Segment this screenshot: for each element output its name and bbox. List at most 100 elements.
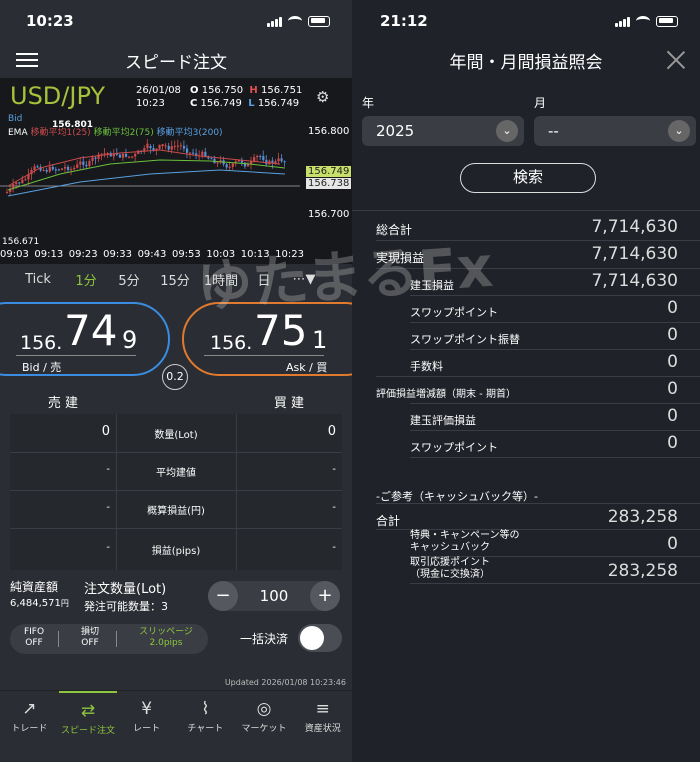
x-tick: 09:33	[103, 249, 132, 260]
candle-body	[158, 144, 161, 149]
title-bar: スピード注文	[0, 42, 352, 78]
nav-chart[interactable]: ⌇ チャート	[176, 691, 235, 762]
candle-body	[201, 151, 204, 156]
candle-body	[106, 152, 109, 154]
nav-label: レート	[133, 724, 161, 734]
pl-label: 概算損益(円)	[147, 506, 205, 517]
decrease-qty-button[interactable]: −	[208, 581, 238, 611]
candle-body	[179, 145, 183, 147]
x-tick: 09:43	[137, 249, 167, 260]
market-icon: ◎	[256, 699, 272, 719]
pl-inquiry-screen: 21:12 年間・月間損益照会 年 月 2025 ⌄ -- ⌄ 検索 総合計 7…	[352, 0, 700, 762]
nav-market[interactable]: ◎ マーケット	[235, 691, 294, 762]
candle-body	[15, 182, 18, 185]
fifo-value: OFF	[25, 638, 43, 648]
order-qty-label: 注文数量(Lot)	[84, 582, 167, 597]
year-select[interactable]: 2025 ⌄	[362, 116, 524, 146]
cashback-value: 0	[667, 534, 678, 554]
candle-body	[152, 148, 155, 151]
nav-trade[interactable]: ↗ トレード	[0, 691, 59, 762]
candle-body	[88, 161, 91, 167]
candle-body	[271, 160, 274, 163]
fee-label: 手数料	[410, 360, 443, 373]
line-price-tag: 156.738	[306, 178, 352, 189]
nav-rate[interactable]: ¥ レート	[117, 691, 176, 762]
candle-body	[70, 169, 73, 171]
valuation-pl-label: 建玉評価損益	[410, 414, 476, 427]
order-settings[interactable]: FIFO OFF 損切 OFF スリッページ 2.0pips	[10, 624, 208, 654]
buy-avg: -	[332, 464, 336, 475]
candle-body	[63, 166, 67, 169]
cashback-label-2: キャッシュバック	[410, 542, 490, 553]
position-grid: 0 数量(Lot) 0 - 平均建値 - - 概算損益(円) - - 損益(pi…	[0, 414, 352, 570]
candle-body	[91, 157, 94, 162]
month-select[interactable]: -- ⌄	[534, 116, 696, 146]
tab-tick[interactable]: Tick	[10, 272, 66, 287]
tab-15min[interactable]: 15分	[152, 270, 198, 289]
net-assets-label: 純資産額	[10, 580, 59, 594]
avg-label: 平均建値	[156, 468, 196, 479]
candle-body	[21, 179, 24, 183]
lot-label: 数量(Lot)	[154, 430, 198, 441]
ref-total-value: 283,258	[607, 507, 678, 527]
buy-pl: -	[332, 502, 336, 513]
candle-body	[182, 146, 186, 149]
candle-body	[24, 179, 27, 181]
speed-order-screen: 10:23 スピード注文 USD/JPY 26/01/08 10:23 O 15…	[0, 0, 352, 762]
sell-avg: -	[106, 464, 110, 475]
candle-body	[73, 167, 76, 170]
swap-unrealized-value: 0	[667, 433, 678, 453]
battery-icon	[656, 15, 678, 27]
page-title: スピード注文	[125, 52, 227, 73]
hamburger-menu-icon[interactable]	[16, 53, 38, 67]
signal-icon	[615, 16, 630, 27]
candle-body	[18, 182, 21, 184]
month-value: --	[548, 122, 559, 140]
candle-body	[97, 154, 100, 159]
fifo-label: FIFO	[23, 627, 45, 637]
x-tick: 09:23	[68, 249, 98, 260]
chart-icon: ⌇	[201, 699, 210, 719]
valuation-pl-value: 0	[667, 406, 678, 426]
candle-body	[210, 158, 213, 160]
candle-body	[121, 153, 125, 158]
candle-body	[189, 152, 192, 154]
candle-body	[216, 162, 219, 164]
nav-label: トレード	[11, 724, 48, 734]
candle-body	[79, 161, 82, 165]
candle-body	[259, 155, 262, 157]
nav-assets[interactable]: ≡ 資産状況	[293, 691, 352, 762]
rate-icon: ¥	[141, 699, 153, 719]
ask-prefix: 156.	[210, 332, 253, 354]
bulk-settle-toggle[interactable]	[298, 624, 342, 652]
candle-body	[134, 153, 137, 157]
candle-body	[6, 192, 9, 194]
qty-input[interactable]: 100	[242, 587, 306, 605]
tab-1min[interactable]: 1分	[66, 270, 106, 289]
assets-icon: ≡	[315, 699, 330, 719]
candle-body	[82, 161, 85, 165]
candle-body	[246, 164, 250, 167]
month-label: 月	[534, 96, 547, 110]
candle-body	[253, 157, 256, 162]
tab-5min[interactable]: 5分	[106, 270, 152, 289]
chevron-down-icon: ⌄	[668, 120, 690, 142]
candle-body	[176, 145, 179, 147]
updated-timestamp: Updated 2026/01/08 10:23:46	[224, 678, 346, 687]
status-time: 21:12	[380, 12, 428, 30]
nav-speed-order[interactable]: ⇄ スピード注文	[58, 691, 118, 762]
candle-body	[185, 148, 189, 153]
increase-qty-button[interactable]: +	[310, 581, 340, 611]
search-button[interactable]: 検索	[460, 163, 596, 193]
candle-body	[36, 166, 39, 168]
candle-body	[170, 146, 173, 150]
ask-last: 1	[312, 326, 328, 354]
bid-big: 74	[64, 306, 118, 355]
close-icon[interactable]	[666, 50, 686, 70]
candle-body	[103, 153, 106, 155]
bid-button[interactable]: 156. 74 9 Bid / 売	[0, 302, 170, 376]
quantity-stepper: − 100 +	[208, 581, 340, 611]
candle-body	[164, 145, 167, 147]
swap-transfer-value: 0	[667, 325, 678, 345]
candle-body	[283, 161, 286, 163]
